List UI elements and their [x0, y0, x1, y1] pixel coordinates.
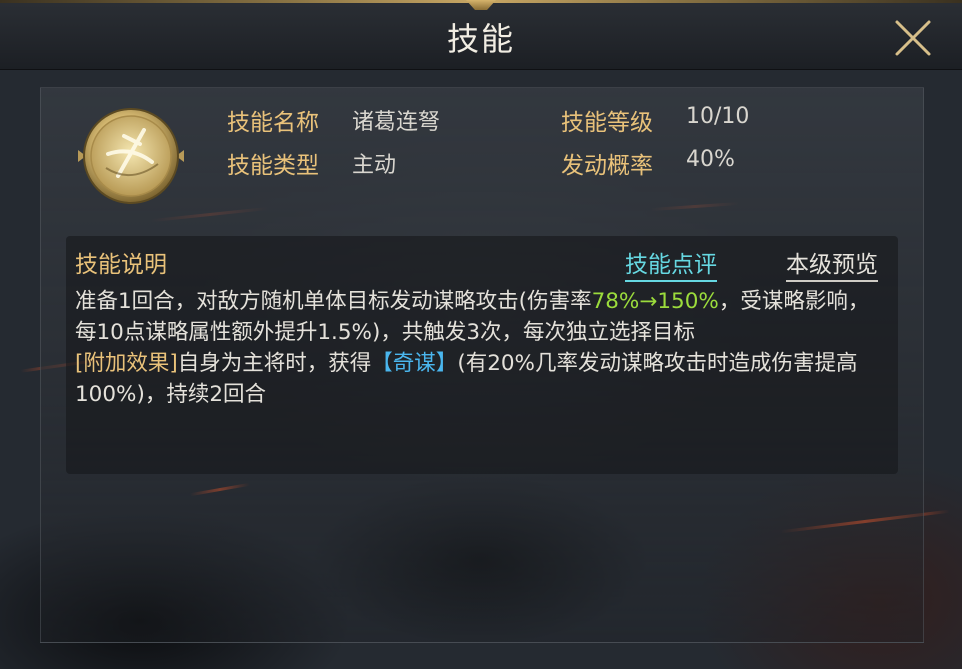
skill-description-text: 准备1回合，对敌方随机单体目标发动谋略攻击(伤害率78%→150%，受谋略影响，… [75, 286, 890, 410]
description-text: 自身为主将时，获得 [177, 351, 372, 376]
level-preview-link[interactable]: 本级预览 [786, 245, 878, 282]
description-title: 技能说明 [75, 252, 167, 278]
title-bar-ornament [466, 0, 496, 10]
title-bar: 技能 [0, 0, 962, 70]
bonus-effect-tag: [附加效果] [75, 351, 178, 376]
skill-icon-frame [78, 106, 184, 206]
close-button[interactable] [893, 18, 933, 58]
skill-review-link[interactable]: 技能点评 [625, 245, 717, 282]
skill-type-value: 主动 [352, 153, 397, 178]
skill-name-value: 诸葛连弩 [352, 110, 441, 135]
trigger-chance-label: 发动概率 [561, 153, 653, 179]
window-title: 技能 [446, 20, 515, 58]
skill-level-value: 10/10 [686, 104, 750, 129]
close-icon [895, 20, 931, 56]
skill-level-label: 技能等级 [561, 110, 653, 136]
crossbow-emblem-icon [78, 108, 184, 204]
trigger-chance-value: 40% [686, 147, 735, 172]
skill-type-label: 技能类型 [227, 153, 319, 179]
buff-name-highlight: 【奇谋】 [371, 351, 458, 376]
description-text: 准备1回合，对敌方随机单体目标发动谋略攻击(伤害率 [75, 289, 592, 314]
damage-rate-highlight: 78%→150% [591, 289, 719, 314]
skill-name-label: 技能名称 [227, 110, 319, 136]
